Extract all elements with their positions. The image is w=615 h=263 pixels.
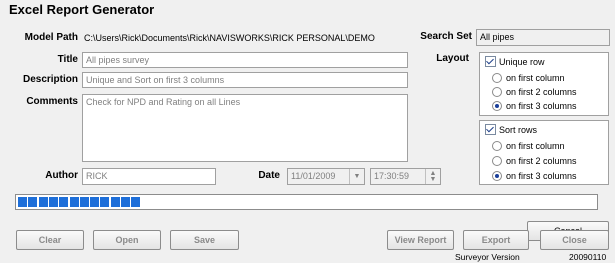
radio-icon <box>492 141 502 151</box>
unique-row-option[interactable]: on first 3 columns <box>492 101 577 111</box>
option-label: on first 3 columns <box>506 101 577 111</box>
title-label: Title <box>57 54 78 65</box>
progress-segment <box>18 197 27 207</box>
author-label: Author <box>45 170 78 181</box>
radio-icon <box>492 73 502 83</box>
progress-segment <box>110 197 120 207</box>
progress-segment <box>131 197 141 207</box>
unique-row-option[interactable]: on first 2 columns <box>492 87 577 97</box>
chevron-down-icon[interactable]: ▼ <box>349 169 364 184</box>
progress-segment <box>90 197 100 207</box>
progress-segment <box>38 197 48 207</box>
option-label: on first 3 columns <box>506 171 577 181</box>
progress-segment <box>121 197 130 207</box>
export-button[interactable]: Export <box>463 230 529 250</box>
date-value: 11/01/2009 <box>291 171 336 181</box>
window-title: Excel Report Generator <box>9 2 155 17</box>
model-path-value: C:\Users\Rick\Documents\Rick\NAVISWORKS\… <box>84 33 375 43</box>
radio-icon <box>492 156 502 166</box>
radio-selected-icon <box>492 101 502 111</box>
option-label: on first 2 columns <box>506 87 577 97</box>
title-input[interactable]: All pipes survey <box>82 52 408 68</box>
open-button[interactable]: Open <box>93 230 161 250</box>
search-set-field[interactable]: All pipes <box>476 29 610 46</box>
search-set-label: Search Set <box>420 31 472 42</box>
comments-textarea[interactable]: Check for NPD and Rating on all Lines <box>82 94 408 162</box>
time-value: 17:30:59 <box>374 171 410 181</box>
sort-rows-group: Sort rows on first column on first 2 col… <box>479 120 609 185</box>
clear-button[interactable]: Clear <box>16 230 84 250</box>
layout-label: Layout <box>436 53 469 64</box>
unique-row-checkbox[interactable]: Unique row <box>485 56 545 67</box>
time-stepper[interactable]: 17:30:59 ▲ ▼ <box>370 168 441 185</box>
unique-row-option[interactable]: on first column <box>492 73 565 83</box>
option-label: on first 2 columns <box>506 156 577 166</box>
option-label: on first column <box>506 141 565 151</box>
progress-segment <box>69 197 79 207</box>
progress-segment <box>59 197 69 207</box>
author-input[interactable]: RICK <box>82 168 216 185</box>
option-label: on first column <box>506 73 565 83</box>
progress-segment <box>28 197 38 207</box>
description-input[interactable]: Unique and Sort on first 3 columns <box>82 72 408 88</box>
date-picker[interactable]: 11/01/2009 ▼ <box>287 168 365 185</box>
progress-segment <box>48 197 58 207</box>
sort-rows-label: Sort rows <box>499 124 538 135</box>
checkbox-checked-icon <box>485 124 496 135</box>
spin-arrows-icon[interactable]: ▲ ▼ <box>425 169 440 184</box>
radio-selected-icon <box>492 171 502 181</box>
version-label: Surveyor Version <box>455 252 520 262</box>
description-label: Description <box>22 74 78 85</box>
sort-rows-checkbox[interactable]: Sort rows <box>485 124 537 135</box>
close-button[interactable]: Close <box>540 230 609 250</box>
sort-rows-option[interactable]: on first column <box>492 141 565 151</box>
radio-icon <box>492 87 502 97</box>
progress-segment <box>79 197 89 207</box>
date-label: Date <box>258 170 280 181</box>
progress-bar <box>15 194 598 210</box>
sort-rows-option[interactable]: on first 2 columns <box>492 156 577 166</box>
save-button[interactable]: Save <box>170 230 239 250</box>
progress-segment <box>100 197 110 207</box>
view-report-button[interactable]: View Report <box>387 230 454 250</box>
version-value: 20090110 <box>569 252 607 262</box>
comments-label: Comments <box>26 96 78 107</box>
sort-rows-option[interactable]: on first 3 columns <box>492 171 577 181</box>
checkbox-checked-icon <box>485 56 496 67</box>
unique-row-group: Unique row on first column on first 2 co… <box>479 52 609 116</box>
model-path-label: Model Path <box>24 32 78 43</box>
unique-row-label: Unique row <box>499 56 545 67</box>
